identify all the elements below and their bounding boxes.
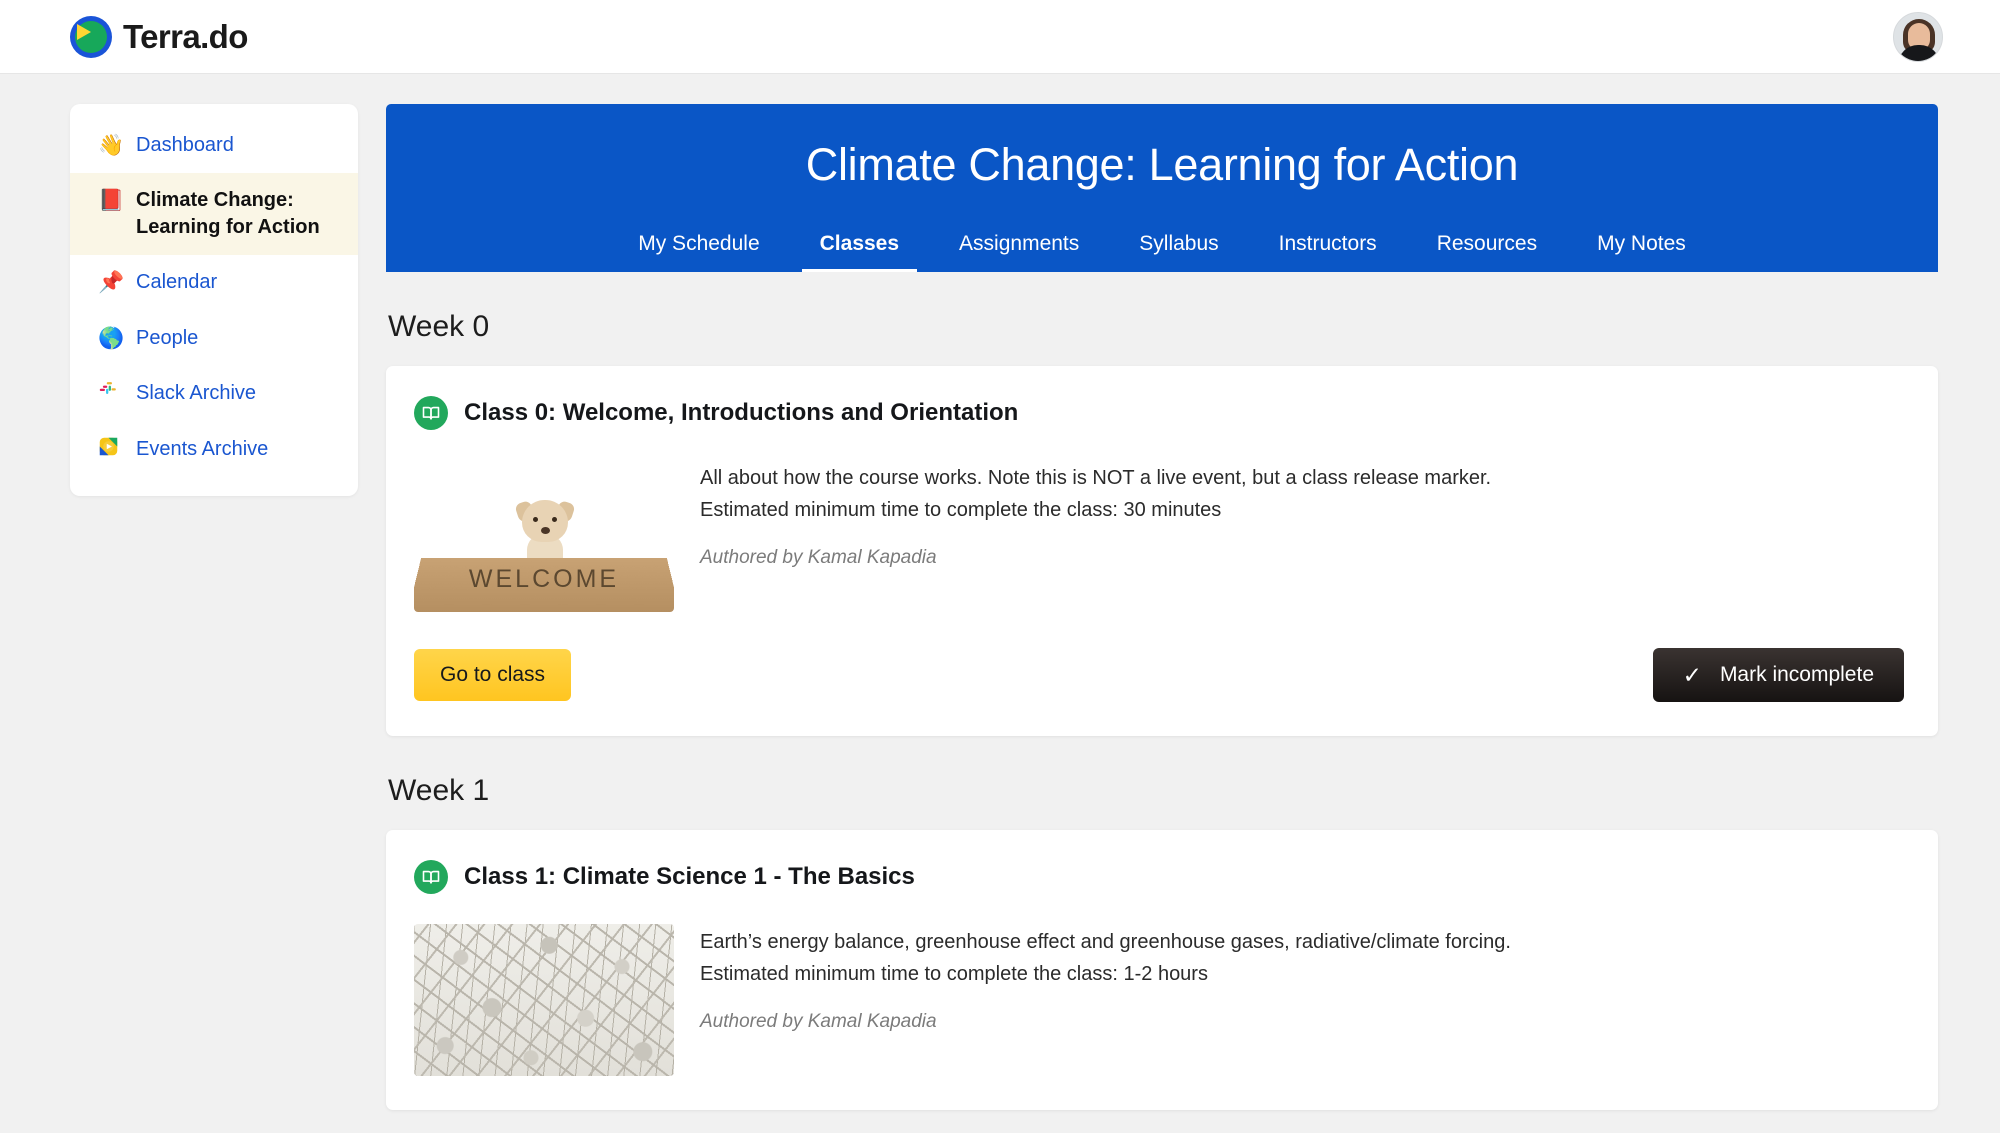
avatar[interactable] [1893,12,1943,62]
week-heading: Week 0 [388,310,490,343]
brand-logo[interactable]: Terra.do [70,15,248,58]
tab-instructors[interactable]: Instructors [1249,222,1407,272]
go-to-class-button[interactable]: Go to class [414,649,572,701]
pushpin-icon: 📌 [98,271,125,295]
class-author: Authored by Kamal Kapadia [700,1010,937,1032]
tab-my-notes[interactable]: My Notes [1567,222,1716,272]
course-banner: Climate Change: Learning for Action My S… [386,104,1938,272]
mark-incomplete-button[interactable]: ✓ Mark incomplete [1652,648,1904,702]
slack-icon [98,380,122,408]
class-description: Earth’s energy balance, greenhouse effec… [700,924,1904,1076]
week-heading: Week 1 [388,774,490,807]
cracked-dry-earth-image [414,924,674,1076]
sidebar-item-label: Events Archive [136,438,269,461]
tab-resources[interactable]: Resources [1407,222,1567,272]
sidebar: 👋 Dashboard 📕 Climate Change: Learning f… [70,104,358,497]
brand-name: Terra.do [123,17,248,55]
sidebar-item-events-archive[interactable]: Events Archive [70,422,358,478]
mark-incomplete-label: Mark incomplete [1719,663,1874,686]
sidebar-item-label: Dashboard [136,134,234,156]
sidebar-item-climate-change[interactable]: 📕 Climate Change: Learning for Action [70,173,358,256]
globe-icon: 🌎 [98,326,125,350]
class-title: Class 1: Climate Science 1 - The Basics [464,863,915,890]
class-description: All about how the course works. Note thi… [700,460,1904,612]
checkmark-icon: ✓ [1682,661,1702,688]
tab-syllabus[interactable]: Syllabus [1109,222,1248,272]
class-description-line-1: Earth’s energy balance, greenhouse effec… [700,931,1511,953]
page-body: 👋 Dashboard 📕 Climate Change: Learning f… [0,74,2000,1110]
closed-book-icon: 📕 [98,189,125,213]
events-play-icon [98,436,122,464]
sidebar-item-slack-archive[interactable]: Slack Archive [70,366,358,422]
puppy-on-welcome-mat-image: WELCOME [414,460,674,612]
tab-assignments[interactable]: Assignments [929,222,1109,272]
sidebar-item-people[interactable]: 🌎 People [70,311,358,366]
class-card-actions: Go to class ✓ Mark incomplete [414,648,1904,702]
class-description-line-2: Estimated minimum time to complete the c… [700,499,1222,522]
terra-play-globe-icon [70,15,112,58]
open-book-icon [414,396,448,430]
class-card-header: Class 1: Climate Science 1 - The Basics [414,860,1904,894]
sidebar-item-label: Calendar [136,271,218,294]
class-card: Class 0: Welcome, Introductions and Orie… [386,366,1938,736]
tab-classes[interactable]: Classes [790,222,929,272]
class-card-body: Earth’s energy balance, greenhouse effec… [414,924,1904,1076]
page-title: Climate Change: Learning for Action [805,139,1519,190]
sidebar-item-label: People [136,326,199,349]
course-tabs: My Schedule Classes Assignments Syllabus… [386,222,1938,272]
class-card-body: WELCOME All about how the course works. … [414,460,1904,612]
tab-my-schedule[interactable]: My Schedule [608,222,789,272]
class-description-line-2: Estimated minimum time to complete the c… [700,963,1208,986]
class-description-line-1: All about how the course works. Note thi… [700,467,1492,489]
sidebar-item-label: Slack Archive [136,381,257,404]
top-bar: Terra.do [0,0,2000,74]
class-author: Authored by Kamal Kapadia [700,546,937,568]
welcome-mat-text: WELCOME [468,565,620,593]
class-card-header: Class 0: Welcome, Introductions and Orie… [414,396,1904,430]
sidebar-item-label: Climate Change: Learning for Action [136,189,320,239]
class-title: Class 0: Welcome, Introductions and Orie… [464,399,1019,426]
sidebar-item-calendar[interactable]: 📌 Calendar [70,255,358,310]
open-book-icon [414,860,448,894]
waving-hand-icon: 👋 [98,134,125,157]
sidebar-item-dashboard[interactable]: 👋 Dashboard [70,118,358,173]
class-card: Class 1: Climate Science 1 - The Basics … [386,830,1938,1110]
main-content: Climate Change: Learning for Action My S… [386,104,1938,1110]
